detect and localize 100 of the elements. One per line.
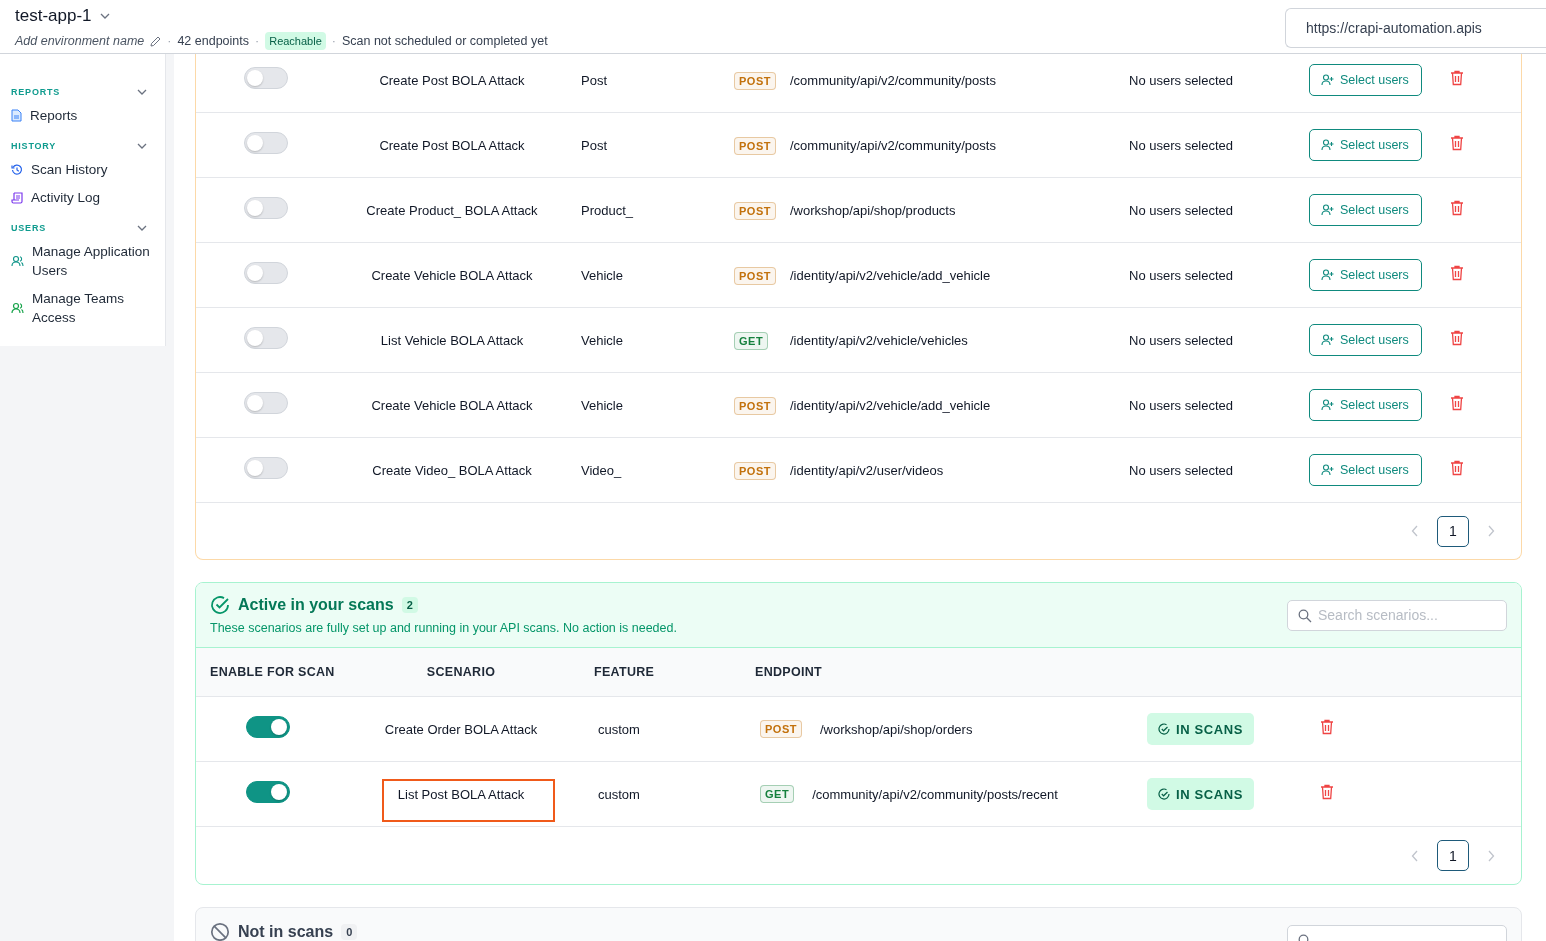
endpoint-path: /identity/api/v2/user/videos — [790, 462, 945, 478]
trash-icon[interactable] — [1450, 265, 1464, 281]
feature-name: Product_ — [580, 202, 635, 218]
feature-name: custom — [597, 786, 641, 802]
add-user-icon — [1321, 399, 1334, 411]
pencil-icon[interactable] — [150, 35, 162, 47]
count-badge: 0 — [341, 924, 358, 940]
section-header[interactable]: HISTORY — [11, 136, 151, 156]
feature-name: Vehicle — [580, 267, 624, 283]
method-badge: POST — [734, 396, 776, 415]
feature-name: custom — [597, 721, 641, 737]
add-user-icon — [1321, 204, 1334, 216]
trash-icon[interactable] — [1450, 200, 1464, 216]
page-number[interactable]: 1 — [1437, 840, 1469, 871]
users-status: No users selected — [1129, 267, 1235, 283]
method-badge: POST — [760, 720, 802, 738]
select-users-button[interactable]: Select users — [1309, 129, 1422, 161]
scenario-name: List Vehicle BOLA Attack — [379, 332, 525, 348]
add-user-icon — [1321, 269, 1334, 281]
column-header: ENDPOINT — [754, 665, 823, 679]
url-field[interactable]: https://crapi-automation.apis — [1285, 8, 1546, 48]
endpoint-path: /community/api/v2/community/posts — [790, 72, 997, 88]
users-status: No users selected — [1129, 72, 1235, 88]
scenario-name: List Post BOLA Attack — [397, 786, 525, 802]
endpoint-path: /workshop/api/shop/products — [790, 202, 957, 218]
endpoint-path: /community/api/v2/community/posts — [790, 137, 997, 153]
section-header[interactable]: USERS — [11, 218, 151, 238]
scenario-name: Create Video_ BOLA Attack — [371, 462, 533, 478]
users-status: No users selected — [1129, 332, 1235, 348]
endpoint-path: /workshop/api/shop/orders — [819, 721, 973, 737]
feature-name: Vehicle — [580, 332, 624, 348]
add-user-icon — [1321, 74, 1334, 86]
page-number[interactable]: 1 — [1437, 515, 1469, 547]
scenario-name: Create Post BOLA Attack — [378, 72, 526, 88]
select-users-button[interactable]: Select users — [1309, 259, 1422, 291]
add-user-icon — [1321, 334, 1334, 346]
trash-icon[interactable] — [1450, 330, 1464, 346]
add-user-icon — [1321, 139, 1334, 151]
users-status: No users selected — [1129, 202, 1235, 218]
separator-dot: · — [255, 34, 260, 48]
app-title[interactable]: test-app-1 — [15, 6, 92, 26]
trash-icon[interactable] — [1320, 784, 1334, 800]
endpoint-path: /identity/api/v2/vehicle/add_vehicle — [790, 397, 992, 413]
toggle-switch[interactable] — [246, 716, 290, 738]
sidebar-item[interactable]: Scan History — [11, 156, 151, 184]
sidebar-item[interactable]: Manage Teams Access — [11, 285, 151, 332]
add-user-icon — [1321, 464, 1334, 476]
scenario-name: Create Vehicle BOLA Attack — [370, 267, 534, 283]
feature-name: Vehicle — [580, 397, 624, 413]
trash-icon[interactable] — [1450, 135, 1464, 151]
toggle-switch[interactable] — [246, 781, 290, 803]
scroll-icon — [11, 191, 23, 204]
trash-icon[interactable] — [1320, 719, 1334, 735]
scenario-name: Create Vehicle BOLA Attack — [370, 397, 534, 413]
search-field[interactable]: Search scenarios... — [1287, 599, 1507, 631]
method-badge: POST — [734, 201, 776, 220]
trash-icon[interactable] — [1450, 460, 1464, 476]
status-badge: Reachable — [265, 32, 326, 50]
users-status: No users selected — [1129, 462, 1235, 478]
endpoint-path: /identity/api/v2/vehicle/add_vehicle — [790, 267, 992, 283]
users-status: No users selected — [1129, 137, 1235, 153]
endpoint-path: /identity/api/v2/vehicle/vehicles — [790, 332, 969, 348]
users-icon — [11, 255, 24, 267]
environment-name-placeholder[interactable]: Add environment name — [15, 34, 145, 48]
sidebar-item[interactable]: Reports — [11, 102, 151, 130]
scenario-name: Create Post BOLA Attack — [378, 137, 526, 153]
chevron-down-icon[interactable] — [99, 13, 110, 19]
separator-dot: · — [167, 34, 172, 48]
team-icon — [11, 302, 24, 314]
section-title: Not in scans — [238, 923, 334, 941]
trash-icon[interactable] — [1450, 70, 1464, 86]
in-scans-badge: IN SCANS — [1147, 778, 1254, 810]
column-header: FEATURE — [593, 665, 656, 679]
endpoint-path: /community/api/v2/community/posts/recent — [812, 786, 1058, 802]
method-badge: GET — [734, 331, 769, 350]
method-badge: POST — [734, 136, 776, 155]
select-users-button[interactable]: Select users — [1309, 64, 1422, 96]
section-description: These scenarios are fully set up and running in your API scans. No action is needed. — [210, 621, 677, 635]
column-header: SCENARIO — [425, 665, 497, 679]
select-users-button[interactable]: Select users — [1309, 194, 1422, 226]
scan-status: Scan not scheduled or completed yet — [341, 34, 548, 48]
scenario-name: Create Product_ BOLA Attack — [365, 202, 539, 218]
sidebar-item[interactable]: Manage Application Users — [11, 238, 151, 285]
sidebar-item[interactable]: Activity Log — [11, 184, 151, 212]
column-header: ENABLE FOR SCAN — [209, 665, 336, 679]
select-users-button[interactable]: Select users — [1309, 324, 1422, 356]
method-badge: POST — [734, 266, 776, 285]
document-icon — [11, 109, 22, 122]
feature-name: Post — [580, 72, 608, 88]
prohibited-icon — [210, 922, 230, 941]
method-badge: POST — [734, 71, 776, 90]
feature-name: Post — [580, 137, 608, 153]
users-status: No users selected — [1129, 397, 1235, 413]
scenario-name: Create Order BOLA Attack — [384, 721, 538, 737]
trash-icon[interactable] — [1450, 395, 1464, 411]
count-badge: 2 — [401, 597, 418, 613]
select-users-button[interactable]: Select users — [1309, 454, 1422, 486]
method-badge: POST — [734, 461, 776, 480]
select-users-button[interactable]: Select users — [1309, 389, 1422, 421]
section-title: Active in your scans — [238, 596, 394, 614]
